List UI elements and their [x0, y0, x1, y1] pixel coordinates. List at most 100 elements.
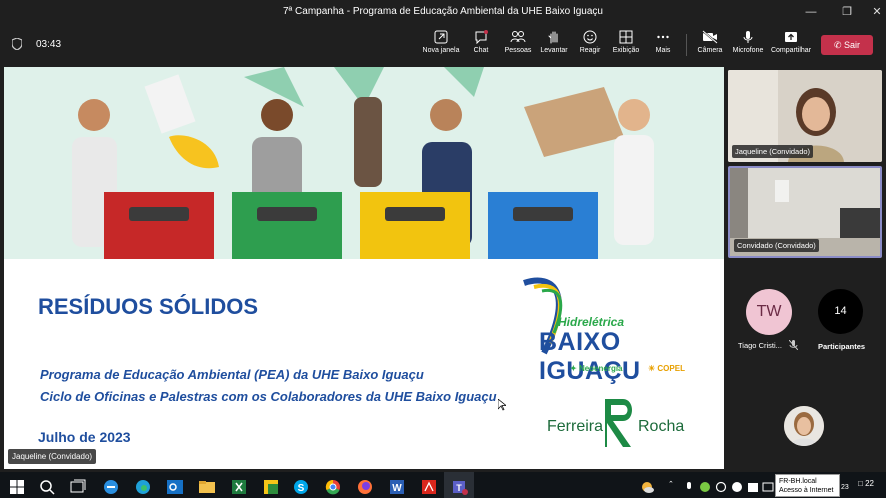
view-icon	[619, 30, 633, 44]
raise-hand-label: Levantar	[540, 47, 568, 54]
slide-date: Julho de 2023	[38, 429, 131, 445]
more-button[interactable]: Mais	[641, 30, 685, 54]
mic-label: Microfone	[732, 47, 764, 54]
tooltip-network-name: FR-BH.local	[779, 478, 817, 485]
self-view-avatar[interactable]	[784, 406, 824, 446]
acrobat-icon[interactable]	[420, 478, 438, 496]
rocha-text: Rocha	[638, 418, 685, 435]
taskbar-clock[interactable]: 23	[841, 484, 849, 491]
tile-name-convidado: Convidado (Convidado)	[734, 239, 819, 252]
chat-label: Chat	[473, 47, 489, 54]
tray-chevron-up-icon[interactable]: ⌃	[668, 480, 674, 488]
tray-app-icon[interactable]	[698, 478, 712, 496]
sticky-notes-icon[interactable]	[262, 478, 280, 496]
notifications-button[interactable]: □ 22	[858, 479, 874, 488]
share-button[interactable]: Compartilhar	[768, 30, 814, 54]
maximize-icon[interactable]: ❐	[832, 0, 862, 24]
chat-icon	[475, 30, 488, 44]
participants-label: Participantes	[818, 342, 866, 351]
participant-count-badge[interactable]: 14	[818, 289, 863, 334]
green-bin	[232, 192, 342, 259]
phone-hangup-icon: ✆	[833, 40, 842, 50]
network-tooltip: FR-BH.local Acesso à Internet	[775, 474, 840, 497]
teams-icon[interactable]: T	[451, 478, 469, 496]
word-icon[interactable]: W	[388, 478, 406, 496]
search-icon[interactable]	[38, 478, 56, 496]
camera-label: Câmera	[697, 47, 723, 54]
copel-logo: ☀ COPEL	[648, 364, 685, 373]
camera-icon	[702, 30, 718, 44]
participant-name-tiago: Tiago Cristi...	[738, 341, 782, 350]
recycling-illustration	[4, 67, 724, 259]
copel-text: COPEL	[657, 364, 685, 373]
logo-baixo-iguacu-text: BAIXO IGUAÇU	[539, 328, 641, 385]
mouse-cursor-icon	[498, 399, 506, 411]
notification-count: 22	[865, 479, 874, 488]
shield-icon	[12, 38, 22, 50]
toolbar-divider	[686, 34, 687, 56]
new-window-label: Nova janela	[422, 47, 460, 54]
react-icon	[583, 30, 597, 44]
leave-button[interactable]: ✆ Sair	[821, 35, 873, 55]
red-bin	[104, 192, 214, 259]
mic-muted-icon	[789, 340, 798, 350]
video-tile-convidado[interactable]: Convidado (Convidado)	[728, 166, 882, 258]
tray-teams-icon[interactable]	[746, 478, 760, 496]
title-bar: 7ª Campanha - Programa de Educação Ambie…	[0, 0, 886, 24]
new-window-button[interactable]: Nova janela	[419, 30, 463, 54]
meeting-timer: 03:43	[36, 39, 62, 50]
mic-button[interactable]: Microfone	[726, 30, 770, 54]
logo-hidreletrica-text: Hidrelétrica	[558, 315, 625, 329]
tray-sync-icon[interactable]	[714, 478, 728, 496]
self-view-video	[784, 406, 824, 446]
more-label: Mais	[655, 47, 671, 54]
view-label: Exibição	[612, 47, 640, 54]
svg-text:W: W	[392, 483, 402, 494]
avatar-tiago[interactable]: TW	[746, 289, 792, 335]
chrome-icon[interactable]	[324, 478, 342, 496]
file-explorer-icon[interactable]	[198, 478, 216, 496]
windows-start-icon[interactable]	[8, 478, 26, 496]
raise-hand-icon	[548, 31, 558, 44]
react-label: Reagir	[579, 47, 601, 54]
minimize-icon[interactable]: —	[796, 0, 826, 24]
ferreira-text: Ferreira	[547, 418, 604, 435]
leave-label: Sair	[844, 40, 861, 50]
firefox-icon[interactable]	[356, 478, 374, 496]
presenter-tag: Jaqueline (Convidado)	[8, 449, 97, 464]
slide-subtitle-2: Ciclo de Oficinas e Palestras com os Col…	[40, 389, 497, 404]
svg-text:S: S	[298, 483, 305, 494]
recycling-illustration-image	[72, 67, 654, 259]
outlook-icon[interactable]	[166, 478, 184, 496]
svg-text:T: T	[456, 483, 462, 493]
ferreira-rocha-logo-icon	[605, 399, 632, 447]
weather-icon[interactable]	[638, 478, 656, 496]
slide-title: RESÍDUOS SÓLIDOS	[38, 294, 259, 319]
people-icon	[510, 31, 526, 43]
edge-icon[interactable]	[134, 478, 152, 496]
share-label: Compartilhar	[770, 47, 812, 54]
tray-bluetooth-icon[interactable]	[730, 478, 744, 496]
yellow-bin	[360, 192, 470, 259]
skype-icon[interactable]: S	[292, 478, 310, 496]
excel-icon[interactable]	[230, 478, 248, 496]
new-window-icon	[434, 30, 448, 44]
task-view-icon[interactable]	[68, 478, 86, 496]
slide-subtitle-1: Programa de Educação Ambiental (PEA) da …	[40, 367, 424, 382]
meeting-toolbar: 03:43 Nova janela Chat Pessoas Levantar …	[0, 24, 886, 64]
notification-icon: □	[858, 479, 863, 488]
close-icon[interactable]: ✕	[862, 0, 886, 24]
tray-network-icon[interactable]	[762, 478, 774, 496]
tray-mic-icon[interactable]	[684, 478, 694, 496]
mic-icon	[743, 31, 753, 43]
neoenergia-text: Neoenergia	[578, 364, 623, 373]
more-icon	[657, 35, 669, 39]
neoenergia-logo: ✦ Neoenergia	[570, 364, 623, 373]
edge-legacy-icon[interactable]	[102, 478, 120, 496]
window-title: 7ª Campanha - Programa de Educação Ambie…	[283, 6, 603, 17]
blue-bin	[488, 192, 598, 259]
video-tile-jaqueline[interactable]: Jaqueline (Convidado)	[728, 70, 882, 162]
people-label: Pessoas	[504, 47, 532, 54]
tooltip-network-status: Acesso à Internet	[779, 487, 834, 494]
tile-name-jaqueline: Jaqueline (Convidado)	[732, 145, 814, 158]
